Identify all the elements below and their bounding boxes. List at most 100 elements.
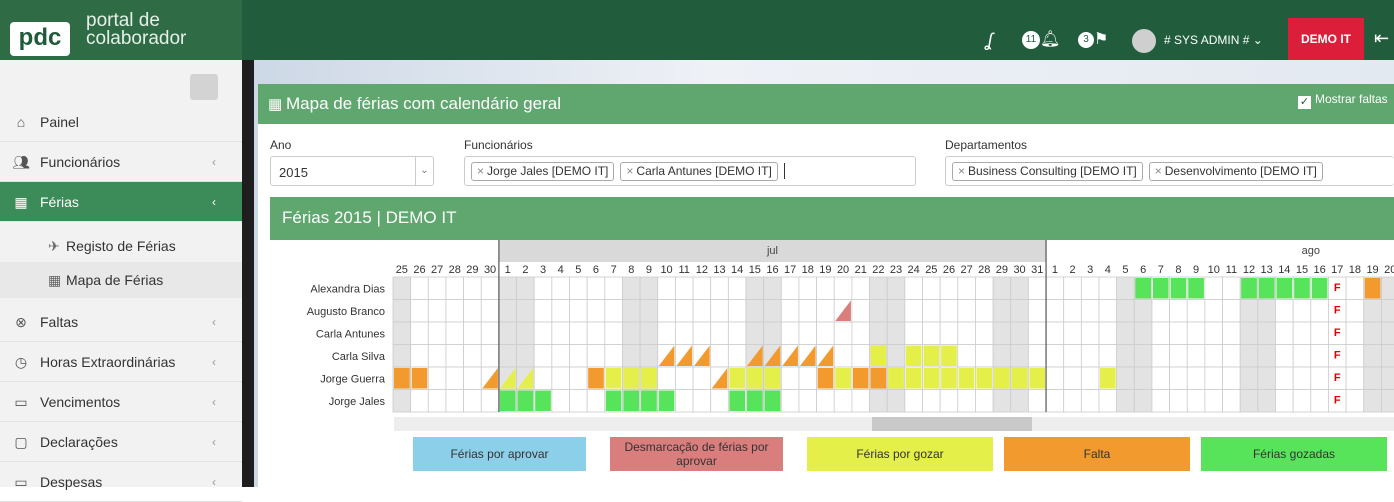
day-cell [939,389,959,413]
sidebar-item-despesas[interactable]: ▭ Despesas ‹ [0,462,242,502]
day-cell [798,321,818,345]
sidebar-item-funcionarios[interactable]: 👥︎ Funcionários ‹ [0,142,242,182]
chevron-left-icon: ‹ [212,395,216,409]
show-absences-checkbox[interactable]: ✓ Mostrar faltas [1298,92,1388,109]
legend-label: Férias por gozar [856,447,944,461]
day-cell [904,276,923,300]
day-cell [1169,321,1188,345]
day-cell [1028,389,1047,413]
chevron-left-icon: ‹ [212,315,216,329]
absence-mark: F [1334,350,1341,362]
day-cell [1275,321,1294,345]
day-cell [427,389,447,413]
day-cell [992,276,1012,300]
departments-multiselect[interactable]: × Business Consulting [DEMO IT] × Desenvolv… [945,156,1394,186]
day-cell [427,321,447,345]
day-cell [674,366,694,390]
day-cell [1028,321,1047,345]
day-number: 13 [713,264,725,276]
day-number: 8 [628,264,634,276]
scrollbar-thumb[interactable] [872,417,1032,431]
day-cell [798,299,818,323]
brand-line-2: colaborador [86,28,187,49]
year-select[interactable]: 2015 ⌄ [270,156,434,186]
notifications-bell-icon[interactable]: 11 🔔︎ [1022,28,1060,52]
remove-icon[interactable]: × [1155,164,1162,178]
day-cell [904,389,923,413]
day-cell [692,321,712,345]
day-cell [1133,344,1153,368]
day-cell [1345,389,1365,413]
sidebar-item-horas[interactable]: ◷ Horas Extraordinárias ‹ [0,342,242,382]
day-cell [1363,344,1382,368]
company-badge[interactable]: DEMO IT [1288,18,1364,60]
messages-icon[interactable]: 3 ⚑ [1078,28,1108,52]
calendar-grid: jul ago25 26 27 28 29 30 1 2 3 4 5 6 7 8 9 10 11 12 13 14 15 1… [307,240,1394,413]
day-cell [869,276,888,300]
day-number: 29 [466,264,478,276]
employee-tag[interactable]: × Jorge Jales [DEMO IT] [471,162,615,181]
employee-tag[interactable]: × Carla Antunes [DEMO IT] [620,162,778,181]
vacation-day [658,390,675,411]
remove-icon[interactable]: × [477,164,484,178]
sidebar-item-faltas[interactable]: ⊗ Faltas ‹ [0,302,242,342]
legend-item-unmark: Desmarcação de férias por aprovar [610,437,783,471]
sidebar-subitem-mapa-ferias[interactable]: ▦ Mapa de Férias [0,262,242,298]
day-cell [1345,299,1365,323]
day-cell [392,389,412,413]
sidebar-item-declaracoes[interactable]: ▢ Declarações ‹ [0,422,242,462]
day-cell [674,299,694,323]
vacation-day [1170,278,1187,299]
brand[interactable]: pdc portal de colaborador [0,0,242,60]
day-cell [604,299,623,323]
vacation-day [623,390,640,411]
day-cell [1133,299,1153,323]
day-number: 20 [837,264,849,276]
menu-toggle-button[interactable] [190,74,218,100]
day-cell [869,299,888,323]
day-number: 12 [1243,264,1255,276]
absence-mark: F [1334,372,1341,384]
day-cell [569,344,588,368]
day-cell [463,276,482,300]
day-cell [1151,344,1171,368]
day-cell [1257,389,1276,413]
day-number: 7 [611,264,617,276]
sidebar-subitem-registo-ferias[interactable]: ✈ Registo de Férias [0,228,242,264]
home-icon: ⌂ [16,114,26,130]
day-cell [480,344,500,368]
vacation-day [870,368,887,389]
day-cell [1010,276,1029,300]
sidebar-subitem-label: Mapa de Férias [66,272,164,288]
legend-label: Falta [1083,447,1111,461]
horizontal-scrollbar[interactable] [394,417,1394,431]
day-cell [1133,366,1153,390]
calendar-header: Férias 2015 | DEMO IT [270,197,1394,240]
day-cell [1310,389,1329,413]
day-number: 15 [749,264,761,276]
day-cell [586,299,606,323]
employees-multiselect[interactable]: × Jorge Jales [DEMO IT] × Carla Antunes [DE… [464,156,916,186]
logout-icon[interactable]: ⇤ [1374,28,1389,49]
day-cell [1080,276,1100,300]
remove-icon[interactable]: × [626,164,633,178]
day-number: 22 [872,264,884,276]
day-cell [1080,366,1100,390]
calendar-icon: ▦ [268,96,283,113]
remove-icon[interactable]: × [958,164,965,178]
department-tag[interactable]: × Desenvolvimento [DEMO IT] [1148,162,1323,181]
day-cell [798,389,818,413]
sidebar-item-vencimentos[interactable]: ▭ Vencimentos ‹ [0,382,242,422]
day-number: 25 [396,264,408,276]
day-cell [851,321,870,345]
sidebar-shadow [242,60,254,487]
day-cell [516,344,535,368]
sidebar-item-ferias[interactable]: ▦ Férias ‹ [0,182,242,222]
day-cell [569,366,588,390]
day-cell [1363,321,1382,345]
employee-name: Carla Silva [332,351,386,363]
accessibility-icon[interactable]: ʆ [986,28,992,52]
day-cell [427,276,447,300]
department-tag[interactable]: × Business Consulting [DEMO IT] [952,162,1143,181]
sidebar-item-painel[interactable]: ⌂ Painel [0,102,242,142]
